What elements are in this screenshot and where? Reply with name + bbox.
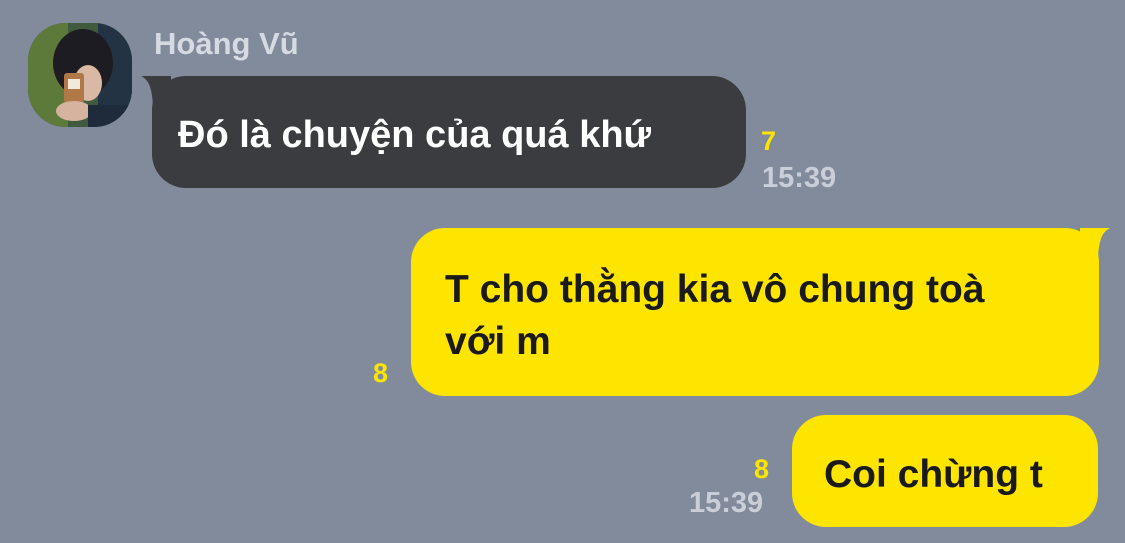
sender-name: Hoàng Vũ — [154, 26, 299, 61]
outgoing-message-bubble[interactable]: Coi chừng t — [792, 415, 1098, 527]
unread-count: 8 — [754, 454, 770, 484]
contact-avatar[interactable] — [28, 23, 132, 127]
unread-count: 7 — [761, 126, 777, 156]
incoming-message-bubble[interactable]: Đó là chuyện của quá khứ — [152, 76, 746, 188]
message-text: Đó là chuyện của quá khứ — [178, 114, 652, 156]
outgoing-message-bubble[interactable]: T cho thằng kia vô chung toà với m — [411, 228, 1099, 396]
message-text-line-1: T cho thằng kia vô chung toà — [445, 268, 985, 311]
message-text: Coi chừng t — [824, 453, 1043, 496]
message-text-line-2: với m — [445, 320, 551, 363]
message-timestamp: 15:39 — [689, 487, 764, 519]
unread-count: 8 — [373, 358, 389, 388]
avatar-image — [28, 23, 132, 127]
message-timestamp: 15:39 — [762, 162, 837, 194]
